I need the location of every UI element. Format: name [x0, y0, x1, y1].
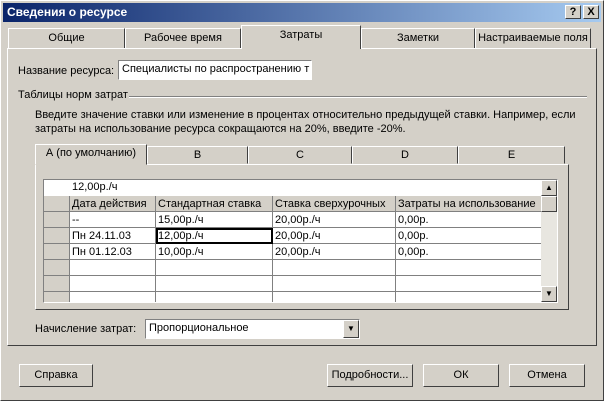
rate-tab-a[interactable]: А (по умолчанию) — [35, 144, 147, 165]
cost-tables-hint: Введите значение ставки или изменение в … — [35, 109, 576, 135]
standard-rate-cell[interactable] — [156, 260, 273, 276]
overtime-rate-cell[interactable] — [273, 292, 396, 302]
cost-accrual-select[interactable]: Пропорциональное ▼ — [145, 319, 360, 339]
grid-edit-bar[interactable]: 12,00р./ч — [44, 180, 542, 197]
overtime-rate-cell[interactable]: 20,00р./ч — [273, 228, 396, 244]
cost-per-use-cell[interactable] — [396, 276, 542, 292]
cost-per-use-cell[interactable]: 0,00р. — [396, 212, 542, 228]
title-bar[interactable]: Сведения о ресурсе ? X — [3, 3, 601, 22]
standard-rate-cell[interactable] — [156, 276, 273, 292]
standard-rate-cell[interactable] — [156, 292, 273, 302]
row-header[interactable] — [44, 212, 70, 228]
grid-edit-value[interactable]: 12,00р./ч — [72, 181, 118, 193]
tab-general[interactable]: Общие — [8, 28, 125, 48]
resource-name-label: Название ресурса: — [18, 65, 115, 77]
cost-rate-grid[interactable]: 12,00р./ч Дата действия Стандартная став… — [43, 179, 558, 303]
column-header: Ставка сверхурочных — [273, 196, 396, 212]
column-header: Дата действия — [70, 196, 156, 212]
tab-costs[interactable]: Затраты — [241, 25, 361, 49]
scroll-thumb[interactable] — [541, 196, 557, 212]
close-button[interactable]: X — [583, 5, 599, 19]
row-header[interactable] — [44, 260, 70, 276]
window-title: Сведения о ресурсе — [7, 5, 128, 19]
effective-date-cell[interactable] — [70, 292, 156, 302]
resource-info-dialog: Сведения о ресурсе ? X Общие Рабочее вре… — [0, 0, 604, 401]
effective-date-cell[interactable] — [70, 276, 156, 292]
overtime-rate-cell[interactable]: 20,00р./ч — [273, 212, 396, 228]
resource-name-field[interactable]: Специалисты по распространению т — [118, 60, 312, 80]
tab-working-time[interactable]: Рабочее время — [125, 28, 241, 48]
cost-accrual-label: Начисление затрат: — [35, 323, 137, 335]
effective-date-cell[interactable] — [70, 260, 156, 276]
scroll-down-arrow-icon[interactable]: ▼ — [541, 286, 557, 302]
group-divider — [129, 96, 587, 98]
overtime-rate-cell[interactable] — [273, 276, 396, 292]
cost-accrual-value: Пропорциональное — [149, 322, 249, 334]
column-header: Стандартная ставка — [156, 196, 273, 212]
effective-date-cell[interactable]: Пн 24.11.03 — [70, 228, 156, 244]
standard-rate-cell[interactable]: 15,00р./ч — [156, 212, 273, 228]
tab-custom-fields[interactable]: Настраиваемые поля — [475, 28, 591, 48]
rate-tab-e[interactable]: E — [458, 146, 565, 164]
row-header[interactable] — [44, 244, 70, 260]
standard-rate-cell[interactable]: 10,00р./ч — [156, 244, 273, 260]
rate-tab-c[interactable]: C — [248, 146, 352, 164]
row-header[interactable] — [44, 228, 70, 244]
tab-notes[interactable]: Заметки — [361, 28, 475, 48]
row-header[interactable] — [44, 292, 70, 302]
rate-tab-b[interactable]: B — [147, 146, 248, 164]
help-button[interactable]: Справка — [19, 364, 93, 387]
scroll-up-arrow-icon[interactable]: ▲ — [541, 180, 557, 196]
overtime-rate-cell[interactable] — [273, 260, 396, 276]
cost-per-use-cell[interactable] — [396, 292, 542, 302]
row-header[interactable] — [44, 276, 70, 292]
rate-tab-d[interactable]: D — [352, 146, 458, 164]
ok-button[interactable]: ОК — [423, 364, 499, 387]
cost-per-use-cell[interactable]: 0,00р. — [396, 244, 542, 260]
cost-per-use-cell[interactable]: 0,00р. — [396, 228, 542, 244]
help-title-button[interactable]: ? — [565, 5, 581, 19]
cost-per-use-cell[interactable] — [396, 260, 542, 276]
cost-tables-group-label: Таблицы норм затрат — [18, 89, 128, 101]
cancel-button[interactable]: Отмена — [509, 364, 585, 387]
grid-corner — [44, 196, 70, 212]
effective-date-cell[interactable]: -- — [70, 212, 156, 228]
dropdown-arrow-icon[interactable]: ▼ — [343, 320, 359, 338]
overtime-rate-cell[interactable]: 20,00р./ч — [273, 244, 396, 260]
column-header: Затраты на использование — [396, 196, 542, 212]
standard-rate-cell-selected[interactable]: 12,00р./ч — [156, 228, 273, 244]
details-button[interactable]: Подробности... — [327, 364, 413, 387]
effective-date-cell[interactable]: Пн 01.12.03 — [70, 244, 156, 260]
grid-vertical-scrollbar[interactable]: ▲ ▼ — [541, 180, 557, 302]
